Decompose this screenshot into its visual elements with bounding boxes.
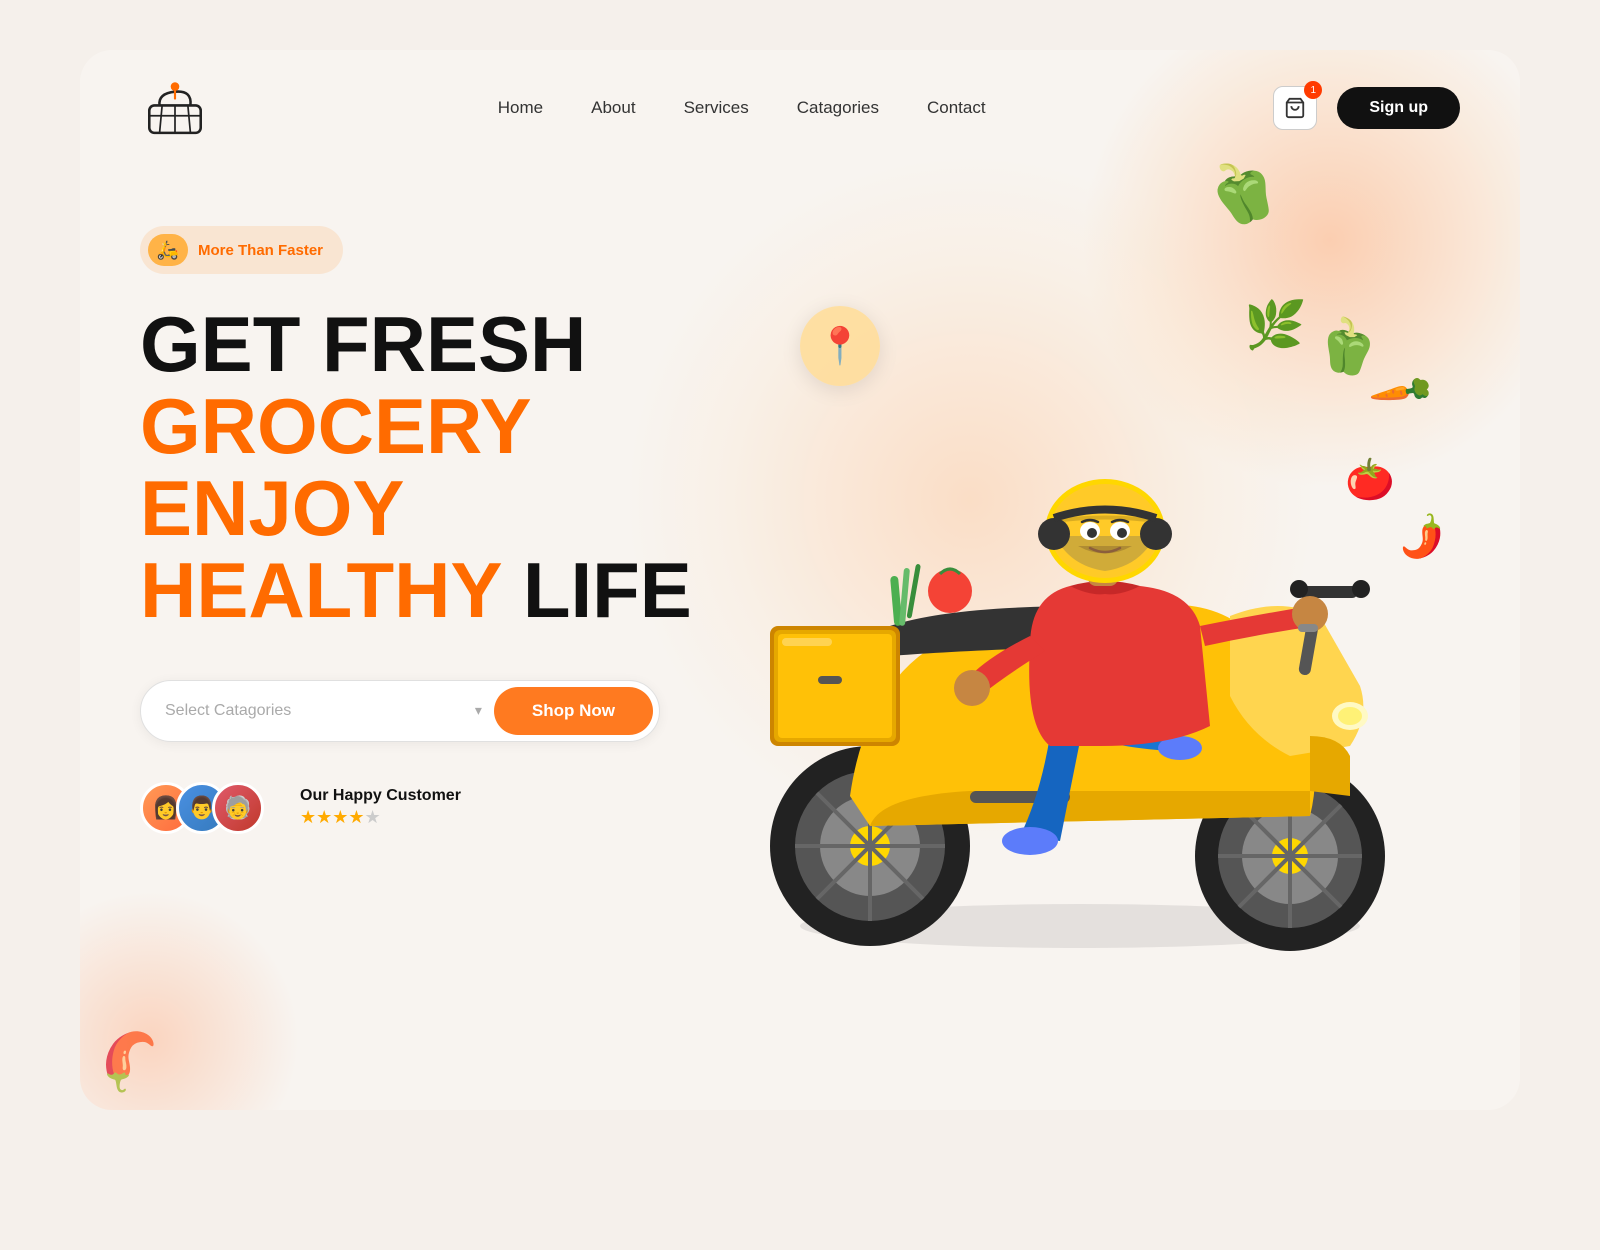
- chevron-down-icon: ▾: [475, 702, 482, 719]
- hero-title: GET FRESH GROCERY ENJOY HEALTHY LIFE: [140, 304, 700, 632]
- nav-link-about[interactable]: About: [591, 98, 635, 117]
- nav-item-contact[interactable]: Contact: [927, 98, 986, 118]
- avatar-3: 🧓: [212, 782, 264, 834]
- nav-item-catagories[interactable]: Catagories: [797, 98, 879, 118]
- customers-row: 👩 👨 🧓 Our Happy Customer ★★★★★: [140, 782, 700, 834]
- cart-icon: [1284, 97, 1306, 119]
- page-wrapper: Home About Services Catagories Contact: [80, 50, 1520, 1110]
- nav-item-services[interactable]: Services: [684, 98, 749, 118]
- shop-now-button[interactable]: Shop Now: [494, 687, 653, 735]
- category-select[interactable]: Select Catagories Fruits Vegetables Dair…: [165, 702, 475, 719]
- nav-item-about[interactable]: About: [591, 98, 635, 118]
- logo-icon: [140, 78, 210, 138]
- search-row: Select Catagories Fruits Vegetables Dair…: [140, 680, 660, 742]
- signup-button[interactable]: Sign up: [1337, 87, 1460, 129]
- nav-link-contact[interactable]: Contact: [927, 98, 986, 117]
- nav-link-home[interactable]: Home: [498, 98, 543, 117]
- hero-section: 🛵 More Than Faster GET FRESH GROCERY ENJ…: [80, 166, 1520, 1106]
- customer-title: Our Happy Customer: [300, 787, 461, 805]
- scooter-icon: 🛵: [157, 240, 179, 261]
- hero-title-line2: GROCERY ENJOY: [140, 386, 700, 550]
- nav-link-catagories[interactable]: Catagories: [797, 98, 879, 117]
- customer-stars: ★★★★★: [300, 807, 461, 828]
- hero-title-line3-black: LIFE: [523, 546, 692, 634]
- hero-title-line3: HEALTHY LIFE: [140, 550, 700, 632]
- cart-button[interactable]: 1: [1273, 86, 1317, 130]
- badge-text: More Than Faster: [198, 242, 323, 259]
- hero-title-line3-orange: HEALTHY: [140, 546, 501, 634]
- logo: [140, 78, 210, 138]
- hero-left: 🛵 More Than Faster GET FRESH GROCERY ENJ…: [140, 186, 700, 834]
- hero-right: 📍 🫑 🌿 🫑 🥕 🍅 🌶️: [700, 186, 1460, 986]
- badge-icon: 🛵: [148, 234, 188, 266]
- delivery-scooter-illustration: [670, 236, 1490, 966]
- star-empty: ★: [365, 807, 381, 827]
- cart-badge: 1: [1304, 81, 1322, 99]
- customer-info: Our Happy Customer ★★★★★: [300, 787, 461, 828]
- nav-right: 1 Sign up: [1273, 86, 1460, 130]
- scooter-svg: [670, 236, 1490, 966]
- hero-title-line1: GET FRESH: [140, 304, 700, 386]
- navbar: Home About Services Catagories Contact: [80, 50, 1520, 166]
- customer-avatars: 👩 👨 🧓: [140, 782, 264, 834]
- hero-badge: 🛵 More Than Faster: [140, 226, 343, 274]
- nav-links: Home About Services Catagories Contact: [498, 98, 986, 118]
- nav-item-home[interactable]: Home: [498, 98, 543, 118]
- nav-link-services[interactable]: Services: [684, 98, 749, 117]
